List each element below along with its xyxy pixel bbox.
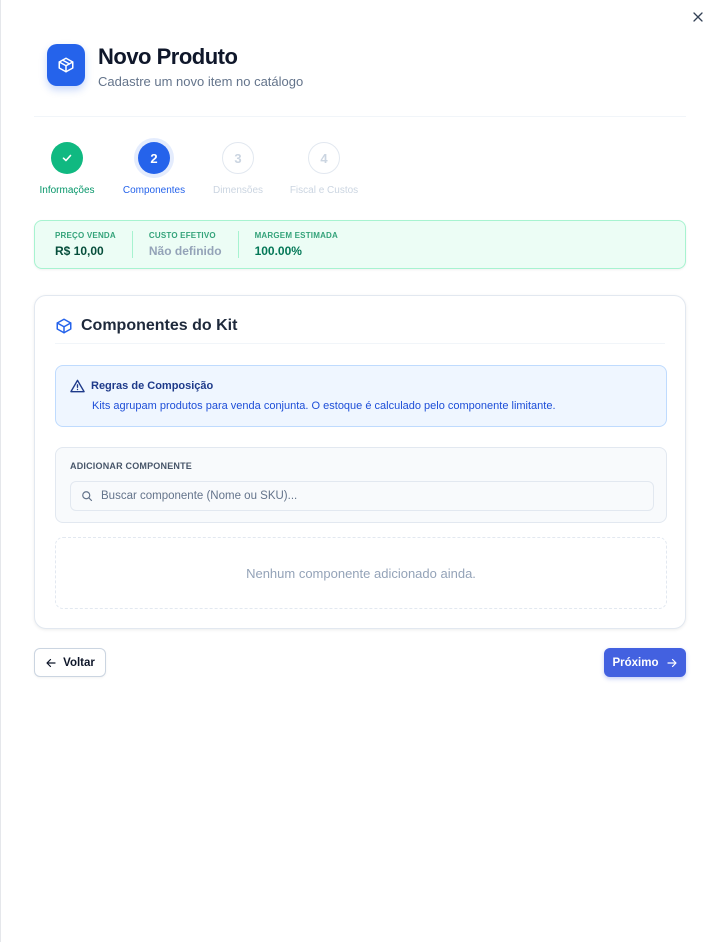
alert-text: Kits agrupam produtos para venda conjunt… bbox=[92, 400, 556, 412]
card-header: Componentes do Kit bbox=[55, 316, 665, 344]
step-fiscal-custos[interactable]: 4 Fiscal e Custos bbox=[289, 142, 359, 196]
summary-price-label: PREÇO VENDA bbox=[55, 231, 116, 240]
summary-margin-value: 100.00% bbox=[254, 244, 302, 258]
add-component-section: ADICIONAR COMPONENTE bbox=[55, 447, 667, 523]
summary-cost-value: Não definido bbox=[148, 244, 222, 258]
step-number: 2 bbox=[138, 142, 170, 174]
arrow-left-icon bbox=[46, 658, 56, 667]
kit-components-card: Componentes do Kit Regras de Composição … bbox=[34, 295, 686, 629]
summary-cost-label: CUSTO EFETIVO bbox=[148, 231, 216, 240]
arrow-right-icon bbox=[666, 658, 677, 667]
close-button[interactable] bbox=[689, 8, 707, 26]
card-title: Componentes do Kit bbox=[81, 316, 238, 334]
package-icon bbox=[47, 44, 85, 86]
summary-cost: CUSTO EFETIVO Não definido bbox=[131, 231, 238, 258]
step-dimensoes[interactable]: 3 Dimensões bbox=[203, 142, 273, 196]
empty-state: Nenhum componente adicionado ainda. bbox=[55, 537, 667, 609]
step-label: Componentes bbox=[122, 185, 186, 196]
next-button-label: Próximo bbox=[612, 656, 659, 669]
next-button[interactable]: Próximo bbox=[604, 648, 686, 677]
summary-margin-label: MARGEM ESTIMADA bbox=[254, 231, 339, 240]
warning-icon bbox=[70, 379, 85, 393]
check-icon bbox=[51, 142, 83, 174]
page-title: Novo Produto bbox=[98, 44, 238, 69]
back-button-label: Voltar bbox=[63, 656, 95, 669]
step-label: Informações bbox=[39, 185, 95, 196]
header-divider bbox=[34, 116, 686, 117]
step-informacoes[interactable]: Informações bbox=[32, 142, 102, 196]
step-number: 4 bbox=[308, 142, 340, 174]
new-product-panel: Novo Produto Cadastre um novo item no ca… bbox=[0, 0, 714, 942]
summary-margin: MARGEM ESTIMADA 100.00% bbox=[237, 231, 354, 258]
price-summary: PREÇO VENDA R$ 10,00 CUSTO EFETIVO Não d… bbox=[34, 220, 686, 269]
alert-title: Regras de Composição bbox=[91, 380, 214, 392]
summary-price-value: R$ 10,00 bbox=[55, 244, 104, 258]
step-label: Dimensões bbox=[212, 185, 264, 196]
page-subtitle: Cadastre um novo item no catálogo bbox=[98, 74, 304, 89]
add-component-label: ADICIONAR COMPONENTE bbox=[70, 461, 193, 471]
search-box[interactable] bbox=[70, 481, 654, 511]
step-label: Fiscal e Custos bbox=[289, 185, 359, 196]
step-componentes[interactable]: 2 Componentes bbox=[119, 142, 189, 196]
composition-rules-alert: Regras de Composição Kits agrupam produt… bbox=[55, 365, 667, 427]
back-button[interactable]: Voltar bbox=[34, 648, 106, 677]
panel-header: Novo Produto Cadastre um novo item no ca… bbox=[47, 44, 303, 89]
search-icon bbox=[82, 491, 93, 502]
box-icon bbox=[56, 318, 72, 333]
search-input[interactable] bbox=[101, 490, 641, 502]
stepper: Informações 2 Componentes 3 Dimensões 4 … bbox=[32, 142, 394, 196]
summary-price: PREÇO VENDA R$ 10,00 bbox=[55, 231, 132, 258]
close-icon bbox=[693, 12, 703, 22]
step-number: 3 bbox=[222, 142, 254, 174]
